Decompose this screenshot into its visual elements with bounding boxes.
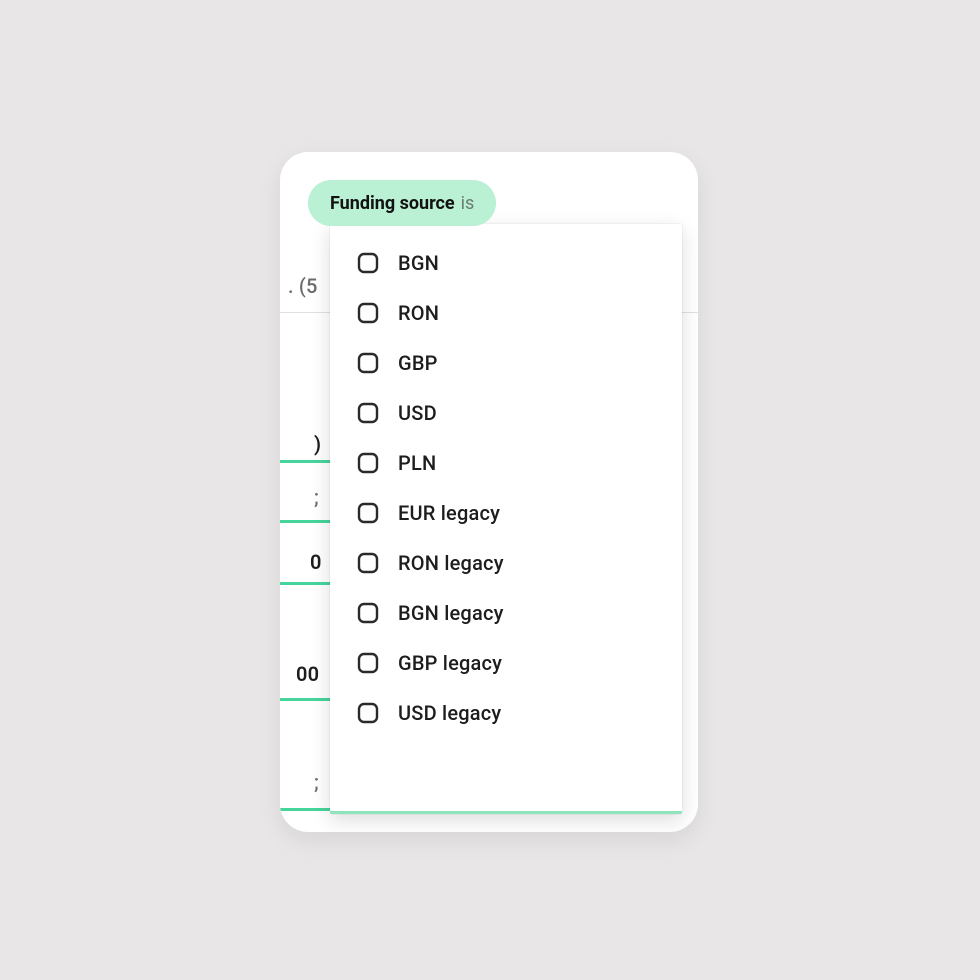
- filter-pill-operator: is: [461, 193, 475, 214]
- option-row[interactable]: BGN legacy: [330, 588, 682, 638]
- filter-pill-label: Funding source: [330, 193, 455, 214]
- checkbox-unchecked-icon: [356, 701, 380, 725]
- checkbox-unchecked-icon: [356, 601, 380, 625]
- option-row[interactable]: GBP legacy: [330, 638, 682, 688]
- checkbox-unchecked-icon: [356, 401, 380, 425]
- checkbox-unchecked-icon: [356, 301, 380, 325]
- bg-fragment-row: ): [314, 432, 321, 456]
- bg-fragment-row: ;: [314, 485, 319, 509]
- option-row[interactable]: EUR legacy: [330, 488, 682, 538]
- option-label: EUR legacy: [398, 501, 500, 525]
- checkbox-unchecked-icon: [356, 451, 380, 475]
- checkbox-unchecked-icon: [356, 651, 380, 675]
- checkbox-unchecked-icon: [356, 251, 380, 275]
- option-label: GBP: [398, 351, 438, 375]
- option-row[interactable]: USD legacy: [330, 688, 682, 738]
- option-label: USD: [398, 401, 437, 425]
- option-row[interactable]: USD: [330, 388, 682, 438]
- bg-fragment-row: 00: [296, 662, 319, 686]
- bg-fragment-row: ;: [314, 770, 319, 794]
- option-row[interactable]: GBP: [330, 338, 682, 388]
- funding-source-dropdown[interactable]: BGN RON GBP USD PLN EUR legacy RON legacy BGN l…: [330, 224, 682, 814]
- filter-card: . (5 ) ; 0 00 ; Funding source is BGN RON…: [280, 152, 698, 832]
- option-row[interactable]: BGN: [330, 238, 682, 288]
- option-label: USD legacy: [398, 701, 501, 725]
- checkbox-unchecked-icon: [356, 351, 380, 375]
- checkbox-unchecked-icon: [356, 551, 380, 575]
- option-label: BGN: [398, 251, 439, 275]
- option-label: PLN: [398, 451, 436, 475]
- option-row[interactable]: RON: [330, 288, 682, 338]
- bg-fragment-count: . (5: [288, 274, 318, 298]
- checkbox-unchecked-icon: [356, 501, 380, 525]
- option-label: GBP legacy: [398, 651, 502, 675]
- option-label: RON: [398, 301, 439, 325]
- option-row[interactable]: PLN: [330, 438, 682, 488]
- bg-fragment-row: 0: [310, 550, 322, 574]
- option-label: RON legacy: [398, 551, 504, 575]
- filter-pill-funding-source[interactable]: Funding source is: [308, 180, 496, 226]
- option-row[interactable]: RON legacy: [330, 538, 682, 588]
- option-label: BGN legacy: [398, 601, 504, 625]
